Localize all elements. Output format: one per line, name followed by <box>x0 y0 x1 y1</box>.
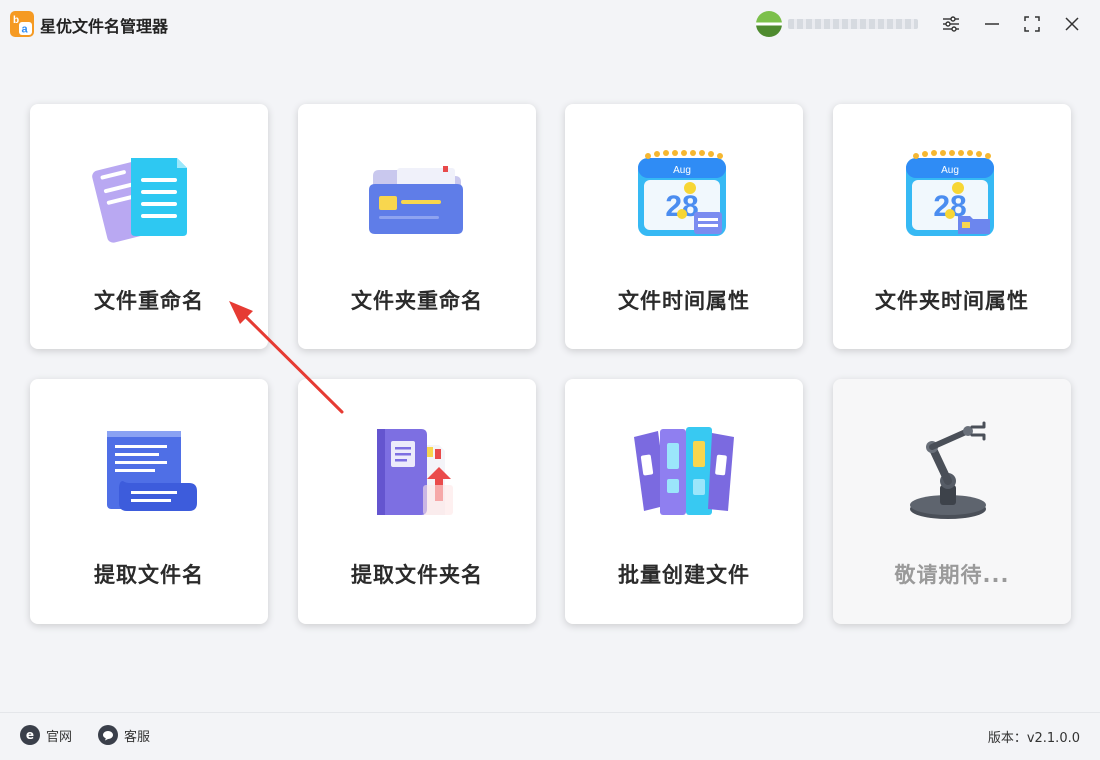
avatar[interactable] <box>756 11 782 37</box>
tile-extract-folder-names[interactable]: 提取文件夹名 <box>298 379 536 624</box>
title-bar: b a 星优文件名管理器 <box>0 0 1100 48</box>
tile-file-time-attributes[interactable]: Aug 28 文件时间属性 <box>565 104 803 349</box>
ie-browser-icon: e <box>20 725 40 745</box>
tile-batch-create-files[interactable]: 批量创建文件 <box>565 379 803 624</box>
user-name-redacted <box>788 19 918 29</box>
logo-ba-icon: b a <box>10 11 34 37</box>
minimize-icon <box>985 23 999 25</box>
calendar-month: Aug <box>673 165 691 176</box>
calendar-folder-icon: Aug 28 <box>906 150 994 236</box>
tile-coming-soon: 敬请期待... <box>833 379 1071 624</box>
tile-label: 文件重命名 <box>94 289 204 313</box>
tile-folder-rename[interactable]: 文件夹重命名 <box>298 104 536 349</box>
robot-arm-icon <box>910 421 986 519</box>
support-link[interactable]: 客服 <box>98 724 150 746</box>
user-account[interactable] <box>756 10 928 38</box>
minimize-button[interactable] <box>978 10 1006 38</box>
tile-label: 提取文件夹名 <box>351 563 483 587</box>
documents-icon <box>92 158 187 243</box>
maximize-icon <box>1024 16 1040 32</box>
settings-sliders-icon <box>943 16 959 32</box>
tile-folder-time-attributes[interactable]: Aug 28 文件夹时间属性 <box>833 104 1071 349</box>
close-icon <box>1065 17 1079 31</box>
tile-label: 批量创建文件 <box>618 563 750 587</box>
tile-label: 文件时间属性 <box>618 289 750 313</box>
folder-icon <box>369 166 463 234</box>
book-folder-export-icon <box>377 429 453 515</box>
website-link[interactable]: e 官网 <box>20 724 72 746</box>
binders-icon <box>634 427 734 515</box>
tile-file-rename[interactable]: 文件重命名 <box>30 104 268 349</box>
version-label: 版本：v2.1.0.0 <box>987 731 1080 746</box>
maximize-button[interactable] <box>1018 10 1046 38</box>
app-title: 星优文件名管理器 <box>40 17 169 36</box>
tile-label: 文件夹重命名 <box>351 289 483 313</box>
footer-divider <box>0 712 1100 713</box>
close-button[interactable] <box>1058 10 1086 38</box>
svg-text:b: b <box>13 15 19 26</box>
chat-bubble-icon <box>98 725 118 745</box>
tile-label: 提取文件名 <box>94 563 204 587</box>
calendar-month: Aug <box>941 165 959 176</box>
website-label: 官网 <box>46 729 73 745</box>
tile-label: 敬请期待... <box>894 563 1010 587</box>
settings-button[interactable] <box>937 10 965 38</box>
support-label: 客服 <box>124 729 151 745</box>
tile-label: 文件夹时间属性 <box>875 289 1029 313</box>
calendar-document-icon: Aug 28 <box>638 150 726 236</box>
tile-extract-file-names[interactable]: 提取文件名 <box>30 379 268 624</box>
svg-text:a: a <box>22 24 29 36</box>
scroll-list-icon <box>107 431 197 511</box>
